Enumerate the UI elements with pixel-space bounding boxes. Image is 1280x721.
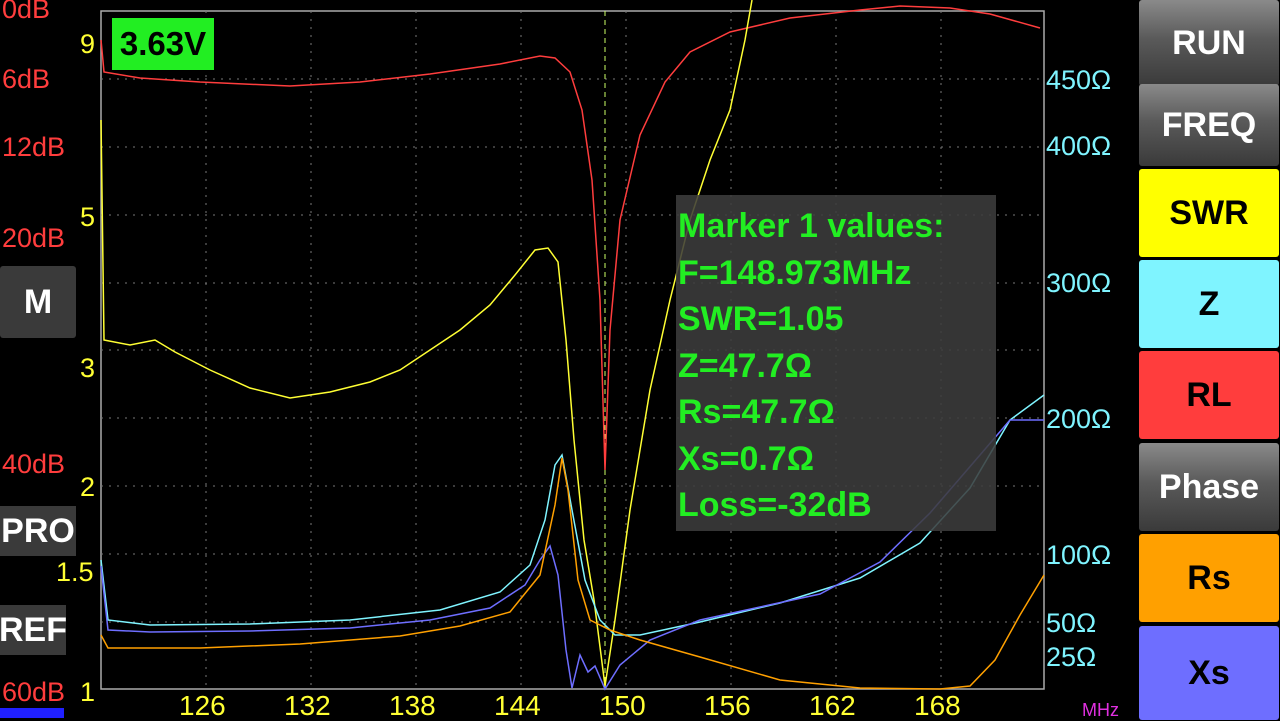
rl-axis-label: 12dB xyxy=(2,132,66,162)
marker-frequency: F=148.973MHz xyxy=(678,253,912,292)
swr-button[interactable]: SWR xyxy=(1139,169,1279,257)
x-tick-label: 144 xyxy=(494,690,541,721)
x-tick-label: 168 xyxy=(914,690,961,721)
marker-swr: SWR=1.05 xyxy=(678,300,844,338)
z-axis-label: 400Ω xyxy=(1046,131,1112,161)
phase-button[interactable]: Phase xyxy=(1139,443,1279,531)
rl-axis-label: 40dB xyxy=(2,449,66,479)
rl-axis-label: 20dB xyxy=(2,223,66,253)
marker-reactance: Xs=0.7Ω xyxy=(678,439,814,478)
freq-button[interactable]: FREQ xyxy=(1139,84,1279,166)
z-axis-label: 200Ω xyxy=(1046,404,1112,434)
x-tick-label: 156 xyxy=(704,690,751,721)
pro-button[interactable]: PRO xyxy=(0,506,76,556)
swr-axis-label: 5 xyxy=(80,202,96,232)
x-unit-label: MHz xyxy=(1082,700,1119,720)
z-axis-label: 100Ω xyxy=(1046,540,1112,570)
rl-color-bar xyxy=(0,708,64,718)
rs-button[interactable]: Rs xyxy=(1139,534,1279,622)
z-button[interactable]: Z xyxy=(1139,260,1279,348)
z-axis-label: 450Ω xyxy=(1046,65,1112,95)
swr-axis-label: 2 xyxy=(80,472,96,502)
marker-resistance: Rs=47.7Ω xyxy=(678,393,835,431)
swr-axis-label: 1.5 xyxy=(56,557,94,587)
x-tick-label: 126 xyxy=(179,690,226,721)
z-axis-label: 50Ω xyxy=(1046,608,1097,638)
run-button[interactable]: RUN xyxy=(1139,0,1279,86)
rl-axis-label: 6dB xyxy=(2,64,51,94)
rl-axis-label: 60dB xyxy=(2,677,66,707)
x-tick-label: 132 xyxy=(284,690,331,721)
marker-title: Marker 1 values: xyxy=(678,207,945,245)
z-axis-label: 300Ω xyxy=(1046,268,1112,298)
marker-values-panel: Marker 1 values: F=148.973MHz SWR=1.05 Z… xyxy=(676,195,996,531)
marker-button[interactable]: M xyxy=(0,266,76,338)
x-tick-label: 138 xyxy=(389,690,436,721)
ref-button[interactable]: REF xyxy=(0,605,67,655)
marker-impedance: Z=47.7Ω xyxy=(678,346,813,385)
z-axis-label: 25Ω xyxy=(1046,642,1097,672)
swr-axis-label: 1 xyxy=(80,677,96,707)
xs-button[interactable]: Xs xyxy=(1139,626,1279,720)
x-tick-label: 150 xyxy=(599,690,646,721)
marker-loss: Loss=-32dB xyxy=(678,486,872,524)
rl-axis-label: 0dB xyxy=(2,0,51,24)
battery-voltage-badge: 3.63V xyxy=(112,18,214,70)
x-tick-label: 162 xyxy=(809,690,856,721)
swr-axis-label: 9 xyxy=(80,29,96,59)
swr-axis-label: 3 xyxy=(80,353,96,383)
rl-button[interactable]: RL xyxy=(1139,351,1279,439)
